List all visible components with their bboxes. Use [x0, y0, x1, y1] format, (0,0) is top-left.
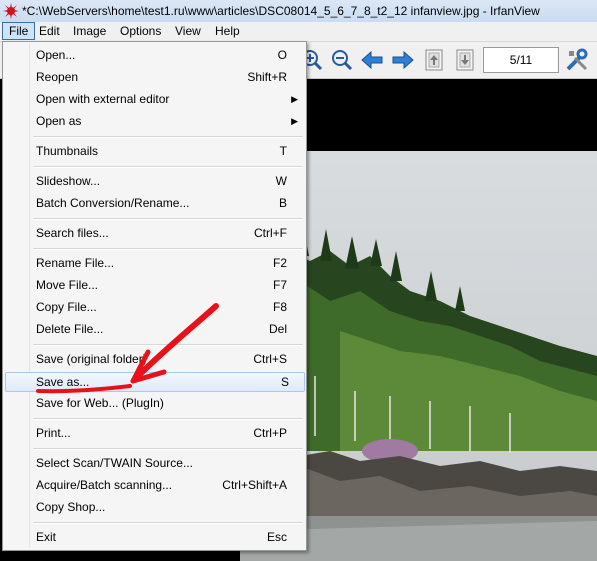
menu-item-acquire-batch-scanning[interactable]: Acquire/Batch scanning... Ctrl+Shift+A [5, 475, 303, 495]
menu-separator [33, 136, 303, 138]
menu-item-select-scan-source[interactable]: Select Scan/TWAIN Source... [5, 453, 303, 473]
tools-icon[interactable] [565, 48, 589, 72]
window-title: *C:\WebServers\home\test1.ru\www\article… [22, 4, 540, 18]
menu-options[interactable]: Options [114, 23, 167, 39]
next-icon[interactable] [391, 48, 415, 72]
menu-item-save-for-web[interactable]: Save for Web... (PlugIn) [5, 393, 303, 413]
submenu-arrow-icon: ▶ [291, 94, 298, 104]
menu-separator [33, 522, 303, 524]
menu-item-search-files[interactable]: Search files... Ctrl+F [5, 223, 303, 243]
menu-item-delete-file[interactable]: Delete File... Del [5, 319, 303, 339]
page-down-icon[interactable] [453, 48, 477, 72]
menu-file[interactable]: File [2, 22, 36, 40]
menu-item-batch-conversion[interactable]: Batch Conversion/Rename... B [5, 193, 303, 213]
menu-separator [33, 166, 303, 168]
menu-item-save-original-folder[interactable]: Save (original folder) Ctrl+S [5, 349, 303, 369]
menu-item-copy-file[interactable]: Copy File... F8 [5, 297, 303, 317]
menu-edit[interactable]: Edit [33, 23, 66, 39]
menu-separator [33, 448, 303, 450]
menu-image[interactable]: Image [67, 23, 112, 39]
menu-separator [33, 248, 303, 250]
title-bar: *C:\WebServers\home\test1.ru\www\article… [0, 0, 597, 23]
page-up-icon[interactable] [422, 48, 446, 72]
menu-item-copy-shop[interactable]: Copy Shop... [5, 497, 303, 517]
menu-item-open-external-editor[interactable]: Open with external editor ▶ [5, 89, 303, 109]
previous-icon[interactable] [360, 48, 384, 72]
zoom-out-icon[interactable] [330, 48, 354, 72]
menu-view[interactable]: View [169, 23, 207, 39]
menu-separator [33, 344, 303, 346]
menu-item-move-file[interactable]: Move File... F7 [5, 275, 303, 295]
menu-help[interactable]: Help [209, 23, 246, 39]
menu-bar: File Edit Image Options View Help [0, 22, 597, 42]
menu-item-open-as[interactable]: Open as ▶ [5, 111, 303, 131]
menu-item-open[interactable]: Open... O [5, 45, 303, 65]
submenu-arrow-icon: ▶ [291, 116, 298, 126]
menu-item-rename-file[interactable]: Rename File... F2 [5, 253, 303, 273]
menu-item-exit[interactable]: Exit Esc [5, 527, 303, 547]
page-indicator: 5/11 [483, 47, 559, 73]
menu-item-reopen[interactable]: Reopen Shift+R [5, 67, 303, 87]
menu-item-thumbnails[interactable]: Thumbnails T [5, 141, 303, 161]
irfanview-logo-icon [3, 3, 19, 19]
menu-item-save-as[interactable]: Save as... S [5, 372, 305, 392]
menu-item-slideshow[interactable]: Slideshow... W [5, 171, 303, 191]
menu-item-print[interactable]: Print... Ctrl+P [5, 423, 303, 443]
file-menu-dropdown: Open... O Reopen Shift+R Open with externa… [2, 41, 307, 551]
menu-separator [33, 418, 303, 420]
menu-separator [33, 218, 303, 220]
